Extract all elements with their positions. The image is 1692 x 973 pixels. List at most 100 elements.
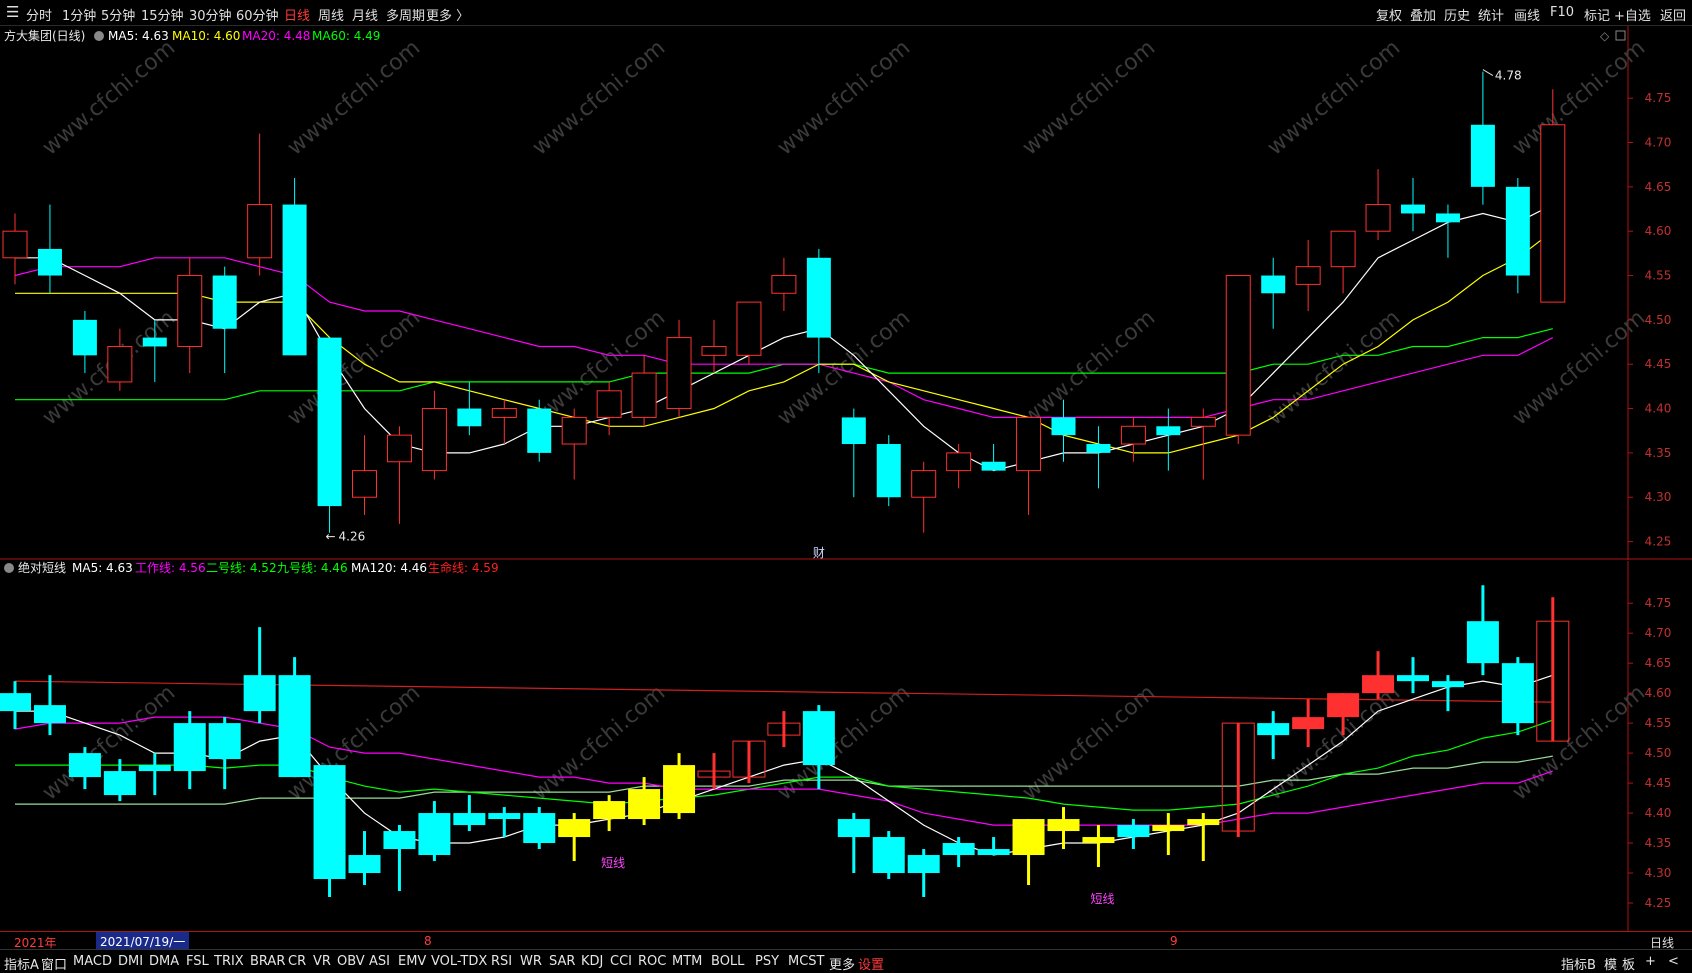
diamond-icon[interactable]: ◇ xyxy=(1600,29,1610,43)
candle-body xyxy=(37,248,62,276)
price-tick-label: 4.30 xyxy=(1645,490,1672,504)
candle-body xyxy=(72,319,97,356)
sub-tick-label: 4.35 xyxy=(1645,836,1672,850)
candle[interactable] xyxy=(876,435,901,507)
indicator-tab-18[interactable]: CCI xyxy=(610,954,632,969)
indicator-tab-1[interactable]: 窗口 xyxy=(41,954,67,973)
sub-candle[interactable] xyxy=(523,807,556,850)
toolbar-action-1[interactable]: 叠加 xyxy=(1410,5,1436,24)
month-8-label: 8 xyxy=(424,934,432,948)
finance-event-marker[interactable]: 财 xyxy=(813,546,825,560)
toolbar-action-6[interactable]: 标记 xyxy=(1584,5,1610,24)
candle[interactable] xyxy=(527,399,552,462)
period-tab-8[interactable]: 月线 xyxy=(352,5,378,24)
period-tab-4[interactable]: 30分钟 xyxy=(189,5,232,24)
period-tab-5[interactable]: 60分钟 xyxy=(236,5,279,24)
sub-candle[interactable] xyxy=(278,657,311,778)
candle[interactable] xyxy=(282,177,307,356)
sub-candle[interactable] xyxy=(313,765,346,898)
indicator-tab-25[interactable]: 设置 xyxy=(858,954,884,973)
sub-candle-body xyxy=(243,675,276,712)
chart-title: 方大集团(日线) xyxy=(4,28,85,43)
toolbar-action-0[interactable]: 复权 xyxy=(1376,5,1402,24)
candle[interactable] xyxy=(736,301,762,365)
indicator-tab-24[interactable]: 更多 xyxy=(829,954,855,973)
sub-tick-label: 4.40 xyxy=(1645,806,1672,820)
period-tab-2[interactable]: 5分钟 xyxy=(101,5,135,24)
indicator-tab-17[interactable]: KDJ xyxy=(581,954,603,969)
candle-body xyxy=(1016,416,1042,472)
candle-body xyxy=(2,230,28,259)
sub-candle-body xyxy=(628,789,661,820)
indicator-tab-7[interactable]: BRAR xyxy=(250,954,285,969)
candle[interactable] xyxy=(1225,275,1251,445)
candle-body xyxy=(596,390,622,418)
sub-candle[interactable] xyxy=(872,831,905,880)
indicator-tab-11[interactable]: ASI xyxy=(369,954,390,969)
indicator-tab-22[interactable]: PSY xyxy=(755,954,779,969)
indicator-tab-0[interactable]: 指标A xyxy=(4,954,39,973)
indicator-tab-19[interactable]: ROC xyxy=(638,954,666,969)
sub-tick-label: 4.25 xyxy=(1645,896,1672,910)
indicator-b-tab-0[interactable]: 指标B xyxy=(1561,954,1596,973)
period-tab-10[interactable]: 更多 〉 xyxy=(426,5,469,24)
indicator-b-tab-3[interactable]: + xyxy=(1645,954,1656,969)
period-tab-1[interactable]: 1分钟 xyxy=(62,5,96,24)
indicator-tab-4[interactable]: DMA xyxy=(149,954,179,969)
indicator-tab-6[interactable]: TRIX xyxy=(214,954,244,969)
indicator-tab-8[interactable]: CR xyxy=(288,954,306,969)
month-9-label: 9 xyxy=(1170,934,1178,948)
sub-settings-gear-icon[interactable] xyxy=(4,563,14,573)
period-tab-9[interactable]: 多周期 xyxy=(386,5,425,24)
menu-icon[interactable]: ☰ xyxy=(6,3,19,21)
indicator-tab-20[interactable]: MTM xyxy=(672,954,702,969)
period-tab-7[interactable]: 周线 xyxy=(318,5,344,24)
sub-indicator-chart[interactable]: www.cfchi.com www.cfchi.com www.cfchi.com w… xyxy=(0,561,1692,931)
period-tab-3[interactable]: 15分钟 xyxy=(141,5,184,24)
period-tab-6[interactable]: 日线 xyxy=(284,5,310,24)
indicator-tab-3[interactable]: DMI xyxy=(118,954,143,969)
toolbar-action-7[interactable]: +自选 xyxy=(1614,5,1651,24)
indicator-tab-23[interactable]: MCST xyxy=(788,954,825,969)
sub-tick-label: 4.50 xyxy=(1645,746,1672,760)
indicator-b-tab-4[interactable]: < xyxy=(1668,954,1679,969)
candle-body xyxy=(491,408,517,418)
sub-candle-body xyxy=(103,771,136,796)
candle-body xyxy=(981,461,1006,471)
indicator-tab-15[interactable]: WR xyxy=(520,954,542,969)
candle-body xyxy=(1505,186,1530,276)
toolbar-action-8[interactable]: 返回 xyxy=(1660,5,1686,24)
indicator-tab-9[interactable]: VR xyxy=(313,954,331,969)
main-indicator-0: MA5: 4.63 xyxy=(108,29,169,43)
sub-candle-body xyxy=(523,813,556,844)
sub-candle-body xyxy=(1327,693,1360,718)
main-candlestick-chart[interactable]: www.cfchi.com www.cfchi.com www.cfchi.com w… xyxy=(0,26,1692,560)
sub-candle-body xyxy=(383,831,416,850)
price-tick-label: 4.60 xyxy=(1645,224,1672,238)
sub-candle-body xyxy=(348,855,381,874)
settings-gear-icon[interactable] xyxy=(94,31,104,41)
toolbar-action-4[interactable]: 画线 xyxy=(1514,5,1540,24)
indicator-tab-12[interactable]: EMV xyxy=(398,954,426,969)
candle-body xyxy=(701,345,727,356)
indicator-tab-2[interactable]: MACD xyxy=(73,954,112,969)
indicator-b-tab-1[interactable]: 模 xyxy=(1604,954,1617,973)
indicator-tab-14[interactable]: RSI xyxy=(491,954,512,969)
sub-indicator-4: MA120: 4.46 xyxy=(351,561,427,575)
candle-body xyxy=(1051,417,1076,436)
sub-candle-body xyxy=(418,813,451,856)
indicator-tab-16[interactable]: SAR xyxy=(549,954,575,969)
candle[interactable] xyxy=(317,337,342,533)
indicator-b-tab-2[interactable]: 板 xyxy=(1622,954,1635,973)
indicator-tab-13[interactable]: VOL-TDX xyxy=(431,954,487,969)
indicator-tab-5[interactable]: FSL xyxy=(186,954,209,969)
candle-body xyxy=(177,275,203,347)
toolbar-action-2[interactable]: 历史 xyxy=(1444,5,1470,24)
toolbar-action-5[interactable]: F10 xyxy=(1550,5,1574,20)
indicator-tab-10[interactable]: OBV xyxy=(337,954,365,969)
toolbar-action-3[interactable]: 统计 xyxy=(1478,5,1504,24)
main-indicator-2: MA20: 4.48 xyxy=(242,29,310,43)
indicator-tab-21[interactable]: BOLL xyxy=(711,954,744,969)
period-tab-0[interactable]: 分时 xyxy=(26,5,52,24)
sub-tick-label: 4.30 xyxy=(1645,866,1672,880)
